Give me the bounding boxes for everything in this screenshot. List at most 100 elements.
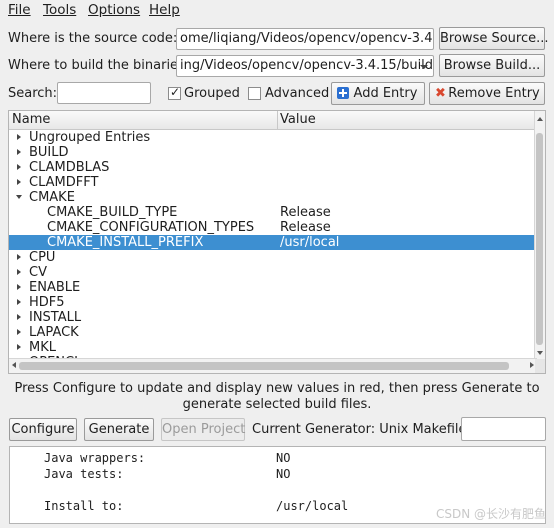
menu-options-label: Options: [88, 2, 141, 18]
output-line-key: Java tests:: [44, 467, 124, 481]
grouped-checkbox[interactable]: ✓: [168, 85, 181, 100]
menu-help-label: Help: [149, 2, 180, 18]
expand-right-icon[interactable]: [17, 344, 21, 350]
menu-tools-label: Tools: [43, 2, 77, 18]
remove-entry-button[interactable]: ✖ Remove Entry: [429, 82, 545, 105]
tree-row-name: INSTALL: [29, 310, 82, 325]
source-path-field[interactable]: ome/liqiang/Videos/opencv/opencv-3.4.15: [176, 28, 434, 50]
scroll-right-icon[interactable]: [530, 362, 534, 368]
add-entry-button[interactable]: Add Entry: [331, 82, 425, 105]
vertical-scroll-thumb[interactable]: [536, 133, 543, 345]
tree-row-name: CLAMDFFT: [29, 175, 99, 190]
open-project-button[interactable]: Open Project: [161, 418, 245, 441]
tree-row[interactable]: LAPACK: [9, 325, 537, 340]
output-line-value: NO: [276, 467, 291, 481]
column-header-value[interactable]: Value: [280, 112, 316, 127]
browse-build-button[interactable]: Browse Build...: [439, 54, 545, 77]
horizontal-scrollbar[interactable]: [9, 358, 537, 373]
tree-row[interactable]: Ungrouped Entries: [9, 130, 537, 145]
scrollbar-corner: [535, 359, 545, 373]
remove-icon: ✖: [435, 86, 446, 101]
chevron-down-icon[interactable]: [420, 65, 428, 69]
menu-file[interactable]: File: [8, 2, 31, 18]
browse-source-button[interactable]: Browse Source...: [439, 27, 549, 50]
configure-button[interactable]: Configure: [9, 418, 77, 441]
scroll-up-icon[interactable]: [537, 117, 543, 121]
tree-header: Name Value: [9, 111, 537, 130]
generate-button[interactable]: Generate: [84, 418, 154, 441]
menu-bar: File Tools Options Help: [0, 0, 554, 22]
menu-options[interactable]: Options: [88, 2, 140, 18]
tree-row-value: Release: [280, 220, 331, 235]
tree-row-name: CMAKE_CONFIGURATION_TYPES: [47, 220, 255, 235]
tree-row[interactable]: CLAMDBLAS: [9, 160, 537, 175]
add-icon: [337, 87, 349, 99]
tree-row-name: CV: [29, 265, 47, 280]
expand-down-icon[interactable]: [16, 195, 22, 199]
info-text: Press Configure to update and display ne…: [14, 381, 540, 412]
tree-row[interactable]: CMAKE_BUILD_TYPE Release: [9, 205, 537, 220]
tree-row[interactable]: CPU: [9, 250, 537, 265]
tree-row[interactable]: BUILD: [9, 145, 537, 160]
tree-row[interactable]: CMAKE_INSTALL_PREFIX/usr/local: [9, 235, 537, 250]
expand-right-icon[interactable]: [17, 179, 21, 185]
output-line-value: NO: [276, 451, 291, 465]
tree-row[interactable]: CMAKE_CONFIGURATION_TYPES Release: [9, 220, 537, 235]
menu-tools[interactable]: Tools: [43, 2, 76, 18]
tree-row-name: HDF5: [29, 295, 65, 310]
tree-row-name: BUILD: [29, 145, 69, 160]
tree-row-name: Ungrouped Entries: [29, 130, 151, 145]
tree-row-name: CLAMDBLAS: [29, 160, 110, 175]
tree-row-name: MKL: [29, 340, 56, 355]
output-line-key: Java wrappers:: [44, 451, 146, 465]
add-entry-label: Add Entry: [353, 86, 418, 101]
tree-row-name: CMAKE: [29, 190, 75, 205]
tree-row-name: CMAKE_INSTALL_PREFIX: [47, 235, 204, 250]
current-generator-label: Current Generator: Unix Makefiles: [252, 422, 474, 437]
tree-row-name: CMAKE_BUILD_TYPE: [47, 205, 178, 220]
expand-right-icon[interactable]: [17, 299, 21, 305]
expand-right-icon[interactable]: [17, 134, 21, 140]
grouped-label[interactable]: Grouped: [184, 86, 240, 101]
vertical-scrollbar[interactable]: [534, 111, 545, 359]
expand-right-icon[interactable]: [17, 269, 21, 275]
tree-row-name: ENABLE: [29, 280, 81, 295]
expand-right-icon[interactable]: [17, 314, 21, 320]
tree-row[interactable]: CMAKE: [9, 190, 537, 205]
tree-row[interactable]: CV: [9, 265, 537, 280]
cache-tree-view[interactable]: Name Value Ungrouped Entries BUILD CLAMDBL…: [8, 110, 546, 374]
scroll-left-icon[interactable]: [12, 362, 16, 368]
tree-row[interactable]: ENABLE: [9, 280, 537, 295]
source-label: Where is the source code:: [8, 31, 178, 46]
expand-right-icon[interactable]: [17, 284, 21, 290]
tree-row-value: Release: [280, 205, 331, 220]
advanced-label[interactable]: Advanced: [265, 86, 329, 101]
tree-row-value: /usr/local: [280, 235, 340, 250]
remove-entry-label: Remove Entry: [448, 86, 540, 101]
tree-row[interactable]: MKL: [9, 340, 537, 355]
tree-row[interactable]: HDF5: [9, 295, 537, 310]
expand-right-icon[interactable]: [17, 254, 21, 260]
tree-row[interactable]: CLAMDFFT: [9, 175, 537, 190]
expand-right-icon[interactable]: [17, 329, 21, 335]
output-line-key: Install to:: [44, 499, 124, 513]
expand-right-icon[interactable]: [17, 164, 21, 170]
tree-row-name: CPU: [29, 250, 56, 265]
menu-help[interactable]: Help: [149, 2, 180, 18]
search-input[interactable]: [57, 82, 151, 104]
generator-field[interactable]: [461, 417, 546, 441]
column-divider[interactable]: [277, 111, 278, 129]
scroll-down-icon[interactable]: [537, 351, 543, 355]
build-path-value: ing/Videos/opencv/opencv-3.4.15/build: [180, 58, 434, 73]
expand-right-icon[interactable]: [17, 149, 21, 155]
search-label: Search:: [8, 86, 58, 101]
tree-row-name: LAPACK: [29, 325, 79, 340]
advanced-checkbox[interactable]: [248, 87, 261, 100]
column-header-name[interactable]: Name: [12, 112, 50, 127]
checkmark-icon: ✓: [170, 85, 181, 99]
horizontal-scroll-thumb[interactable]: [19, 362, 509, 370]
tree-row[interactable]: INSTALL: [9, 310, 537, 325]
output-line-value: /usr/local: [276, 499, 349, 513]
menu-file-label: File: [8, 2, 31, 18]
build-path-combobox[interactable]: ing/Videos/opencv/opencv-3.4.15/build: [176, 55, 434, 77]
